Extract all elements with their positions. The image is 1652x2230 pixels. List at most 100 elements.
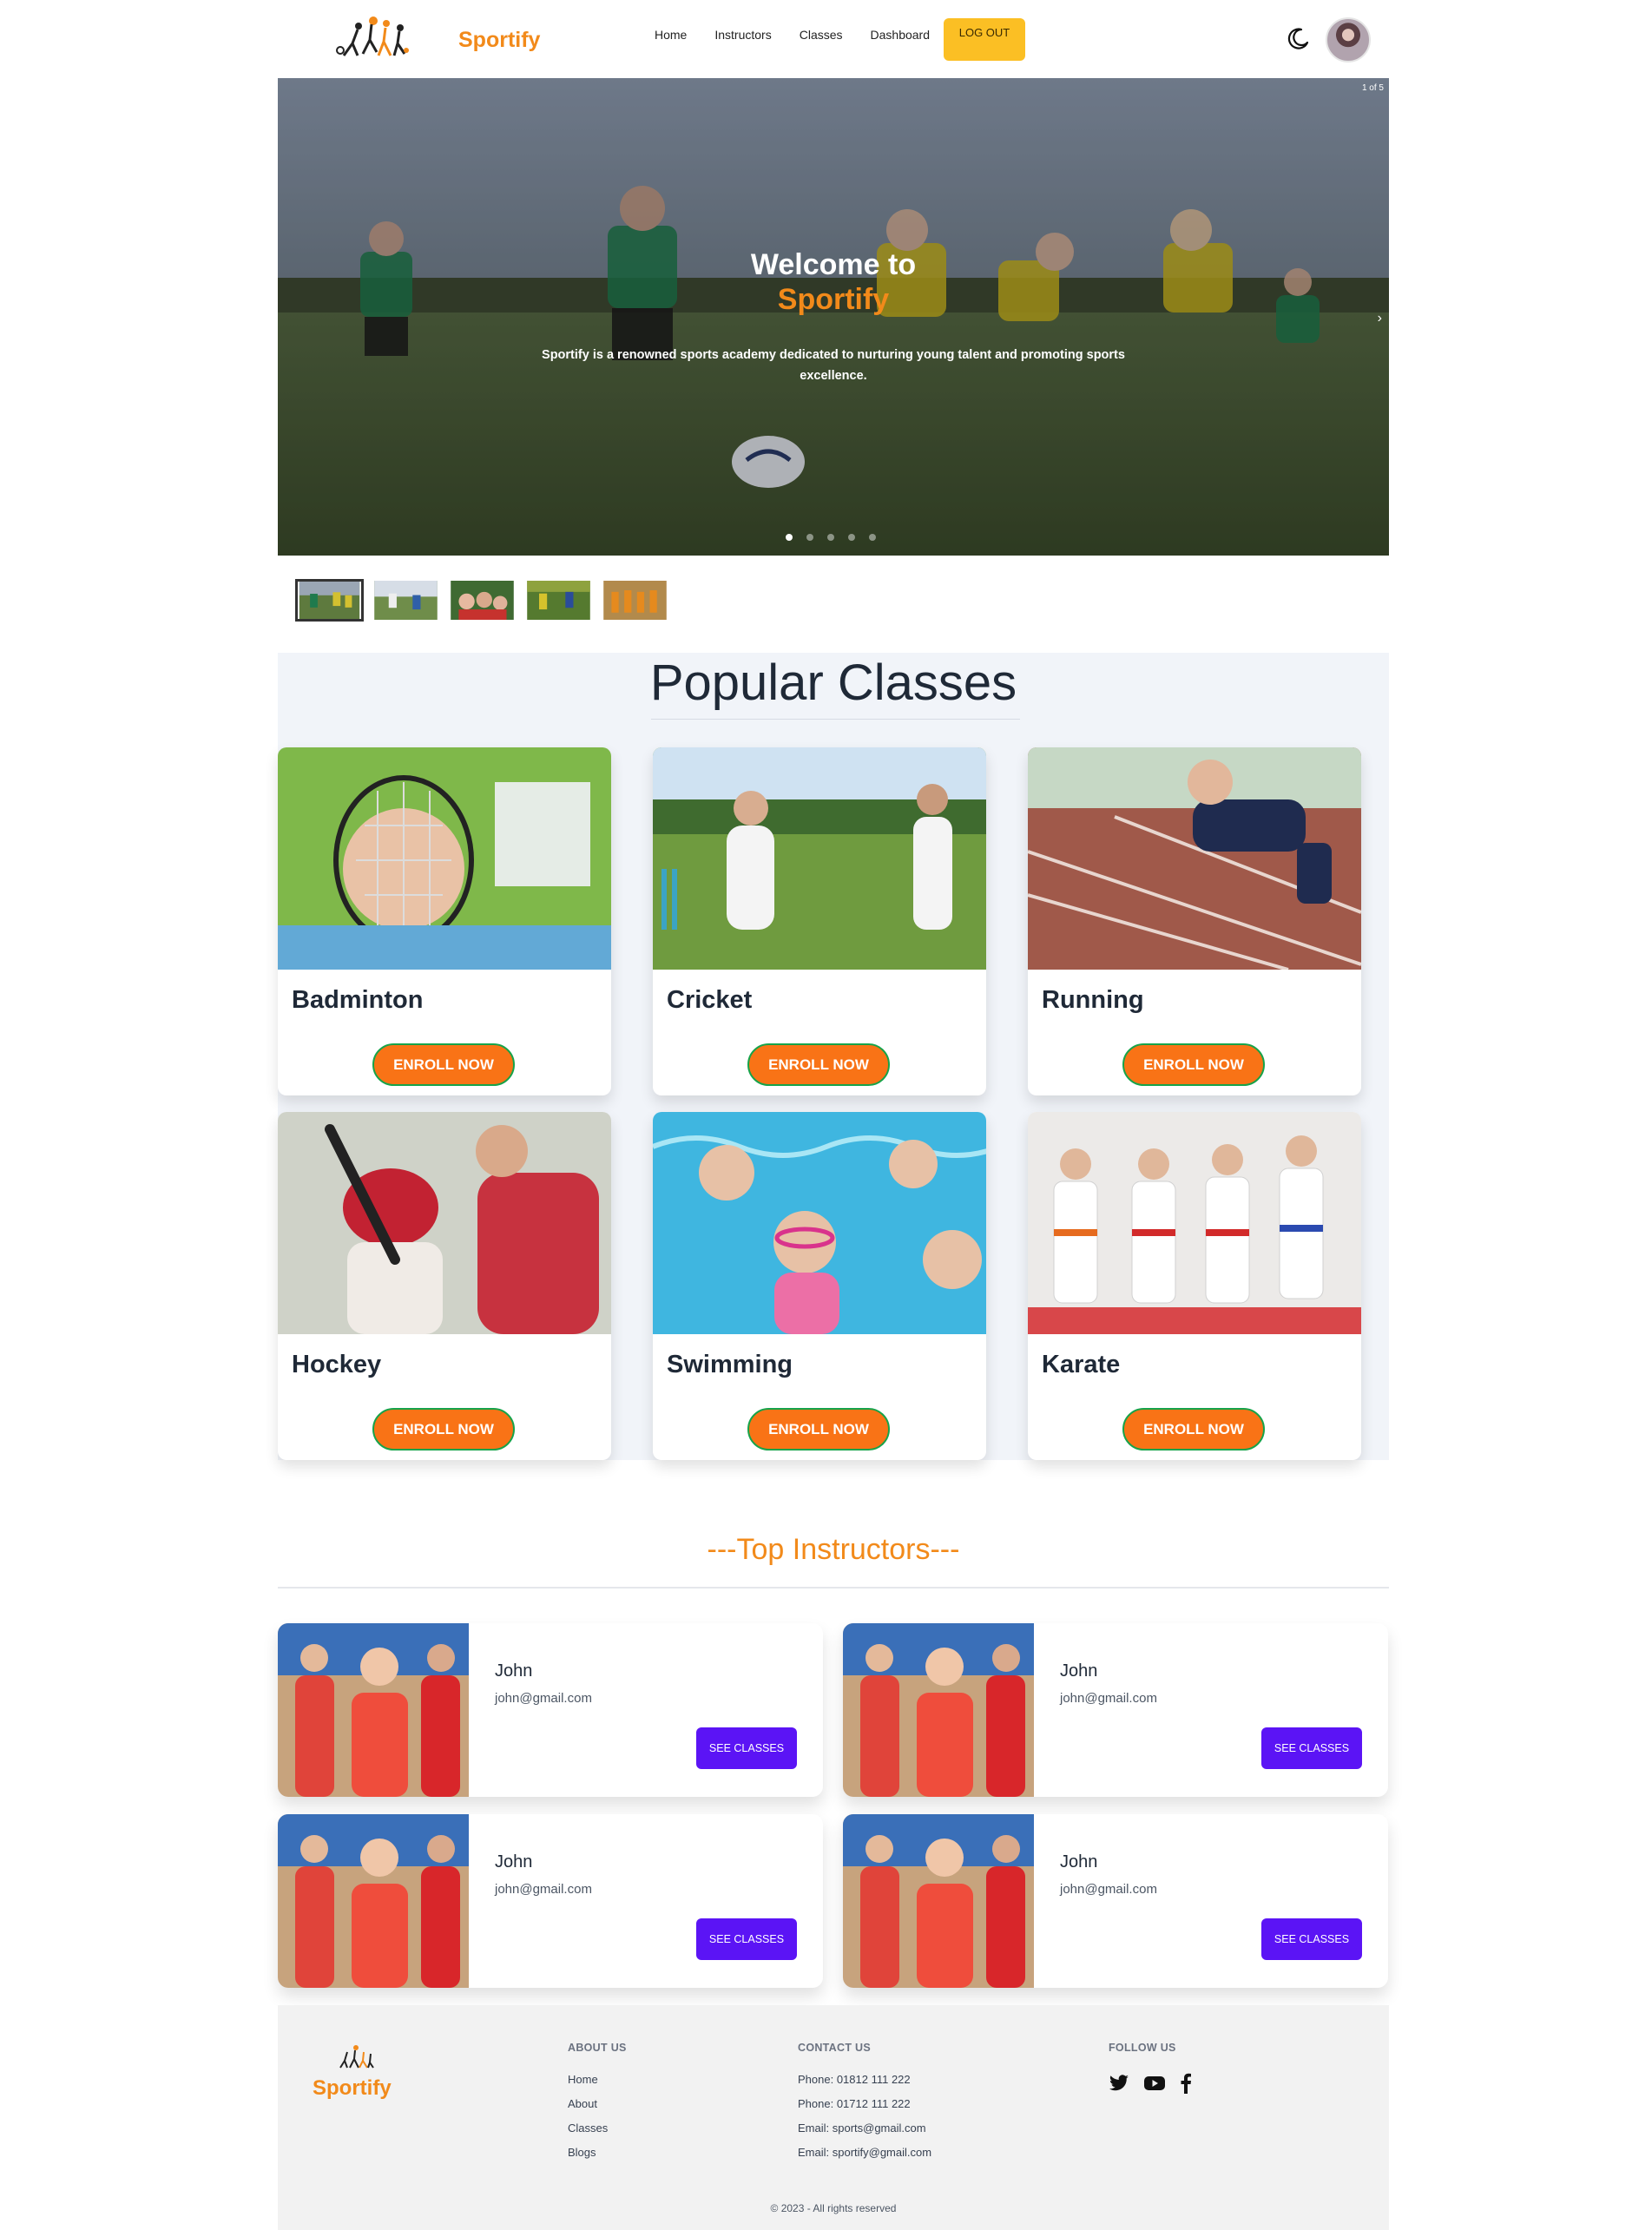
hero-carousel: 1 of 5 Welcome to Sportify Sportify is a…: [278, 78, 1389, 556]
hero-image: [278, 78, 1389, 556]
carousel-dot-4[interactable]: [848, 534, 855, 541]
moon-icon[interactable]: [1285, 26, 1311, 52]
class-card-badminton: Badminton ENROLL NOW: [278, 747, 611, 1095]
copyright: © 2023 - All rights reserved: [770, 2202, 897, 2214]
carousel-dot-5[interactable]: [869, 534, 876, 541]
swimming-image: [653, 1112, 986, 1334]
top-instructors-title: ---Top Instructors---: [707, 1533, 960, 1566]
thumbnail-3[interactable]: [448, 579, 517, 622]
logout-button[interactable]: LOG OUT: [944, 18, 1025, 61]
instructor-name: John: [495, 1852, 533, 1871]
brand-name[interactable]: Sportify: [458, 28, 540, 53]
class-card-hockey: Hockey ENROLL NOW: [278, 1112, 611, 1460]
footer-link-blogs[interactable]: Blogs: [568, 2146, 627, 2160]
enroll-button[interactable]: ENROLL NOW: [747, 1408, 890, 1450]
footer-brand[interactable]: Sportify: [313, 2076, 392, 2101]
nav-dashboard[interactable]: Dashboard: [871, 26, 931, 43]
badminton-image: [278, 747, 611, 970]
footer-link-classes[interactable]: Classes: [568, 2121, 627, 2135]
see-classes-button[interactable]: SEE CLASSES: [1261, 1727, 1362, 1769]
class-name: Karate: [1042, 1351, 1121, 1378]
instructor-email: john@gmail.com: [495, 1882, 592, 1897]
footer-contact-heading: CONTACT US: [798, 2042, 872, 2054]
instructor-email: john@gmail.com: [1060, 1882, 1157, 1897]
karate-image: [1028, 1112, 1361, 1334]
chevron-right-icon[interactable]: ›: [1378, 311, 1382, 326]
see-classes-button[interactable]: SEE CLASSES: [696, 1918, 797, 1960]
footer-contact: CONTACT US Phone: 01812 111 222 Phone: 0…: [798, 2042, 931, 2170]
cricket-image: [653, 747, 986, 970]
user-avatar[interactable]: [1326, 17, 1371, 62]
carousel-dot-2[interactable]: [806, 534, 813, 541]
footer-about-heading: ABOUT US: [568, 2042, 627, 2054]
footer-email-2: Email: sportify@gmail.com: [798, 2146, 932, 2159]
enroll-button[interactable]: ENROLL NOW: [372, 1408, 515, 1450]
thumbnail-5[interactable]: [601, 579, 669, 622]
footer-follow-heading: FOLLOW US: [1109, 2042, 1176, 2054]
classes-divider: [651, 719, 1020, 720]
instructor-name: John: [1060, 1852, 1098, 1871]
carousel-dots: [786, 534, 876, 541]
instructor-photo: [278, 1814, 469, 1988]
class-name: Badminton: [292, 986, 424, 1014]
carousel-dot-3[interactable]: [827, 534, 834, 541]
enroll-button[interactable]: ENROLL NOW: [1122, 1043, 1265, 1086]
facebook-icon[interactable]: [1180, 2073, 1192, 2094]
hero-title: Welcome to: [750, 248, 917, 281]
instructor-email: john@gmail.com: [495, 1691, 592, 1706]
footer-follow: FOLLOW US: [1109, 2042, 1192, 2094]
nav-instructors[interactable]: Instructors: [714, 26, 771, 43]
instructor-card: John john@gmail.com SEE CLASSES: [843, 1814, 1388, 1988]
instructor-name: John: [1060, 1661, 1098, 1681]
class-card-swimming: Swimming ENROLL NOW: [653, 1112, 986, 1460]
enroll-button[interactable]: ENROLL NOW: [372, 1043, 515, 1086]
navbar: Sportify Home Instructors Classes Dashbo…: [278, 0, 1389, 78]
instructors-divider: [278, 1587, 1389, 1589]
class-name: Running: [1042, 986, 1144, 1014]
enroll-button[interactable]: ENROLL NOW: [747, 1043, 890, 1086]
instructor-photo: [843, 1814, 1034, 1988]
footer-phone-1: Phone: 01812 111 222: [798, 2073, 911, 2086]
footer: Sportify ABOUT US Home About Classes Blo…: [278, 2005, 1389, 2230]
nav-home[interactable]: Home: [655, 26, 687, 43]
twitter-icon[interactable]: [1109, 2074, 1129, 2093]
running-image: [1028, 747, 1361, 970]
slide-counter: 1 of 5: [1361, 83, 1384, 93]
see-classes-button[interactable]: SEE CLASSES: [1261, 1918, 1362, 1960]
nav-classes[interactable]: Classes: [800, 26, 843, 43]
instructor-photo: [278, 1623, 469, 1797]
footer-email-1: Email: sports@gmail.com: [798, 2121, 926, 2135]
class-card-karate: Karate ENROLL NOW: [1028, 1112, 1361, 1460]
footer-phone-2: Phone: 01712 111 222: [798, 2097, 911, 2110]
footer-logo-icon[interactable]: [335, 2043, 377, 2071]
hockey-image: [278, 1112, 611, 1334]
popular-classes-title: Popular Classes: [649, 655, 1017, 711]
enroll-button[interactable]: ENROLL NOW: [1122, 1408, 1265, 1450]
footer-link-about[interactable]: About: [568, 2097, 627, 2111]
see-classes-button[interactable]: SEE CLASSES: [696, 1727, 797, 1769]
hero-description: Sportify is a renowned sports academy de…: [542, 348, 1125, 383]
thumbnail-4[interactable]: [524, 579, 593, 622]
instructor-card: John john@gmail.com SEE CLASSES: [278, 1814, 823, 1988]
footer-about: ABOUT US Home About Classes Blogs: [568, 2042, 627, 2170]
carousel-thumbnails: [295, 579, 669, 622]
footer-link-home[interactable]: Home: [568, 2073, 627, 2087]
class-card-cricket: Cricket ENROLL NOW: [653, 747, 986, 1095]
thumbnail-1[interactable]: [295, 579, 364, 622]
class-name: Hockey: [292, 1351, 382, 1378]
sportify-logo-icon[interactable]: [332, 12, 414, 64]
instructor-card: John john@gmail.com SEE CLASSES: [843, 1623, 1388, 1797]
youtube-icon[interactable]: [1143, 2075, 1166, 2092]
instructor-photo: [843, 1623, 1034, 1797]
instructor-card: John john@gmail.com SEE CLASSES: [278, 1623, 823, 1797]
instructor-name: John: [495, 1661, 533, 1681]
class-name: Cricket: [667, 986, 753, 1014]
nav-links: Home Instructors Classes Dashboard: [655, 26, 958, 43]
class-name: Swimming: [667, 1351, 793, 1378]
hero-title-brand: Sportify: [777, 283, 890, 316]
instructor-email: john@gmail.com: [1060, 1691, 1157, 1706]
social-icons: [1109, 2073, 1192, 2094]
carousel-dot-1[interactable]: [786, 534, 793, 541]
thumbnail-2[interactable]: [372, 579, 440, 622]
class-card-running: Running ENROLL NOW: [1028, 747, 1361, 1095]
